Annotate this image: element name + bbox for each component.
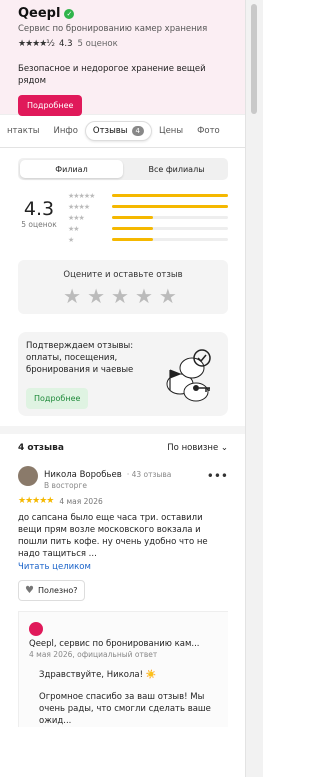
rating-distribution: ★★★★★ ★★★★ ★★★ ★★ ★ (68, 190, 228, 245)
heart-icon: ♥ (25, 585, 34, 596)
company-rating[interactable]: ★★★★½ 4.3 5 оценок (18, 39, 236, 49)
distribution-row-5[interactable]: ★★★★★ (68, 190, 228, 201)
author-name[interactable]: Никола Воробьев (44, 470, 122, 480)
company-category: Сервис по бронированию камер хранения (18, 24, 208, 34)
tab-prices[interactable]: Цены (152, 126, 190, 136)
distribution-stars: ★ (68, 235, 74, 244)
author-review-count: · 43 отзыва (126, 470, 172, 479)
distribution-stars: ★★ (68, 224, 80, 233)
useful-button[interactable]: ♥ Полезно? (18, 580, 85, 601)
distribution-row-3[interactable]: ★★★ (68, 212, 228, 223)
read-full-link[interactable]: Читать целиком (18, 562, 228, 572)
tab-photos[interactable]: Фото (190, 126, 227, 136)
verified-icon: ✓ (64, 8, 75, 19)
author-tag: В восторге (44, 481, 87, 490)
reply-meta: 4 мая 2026, официальный ответ (29, 650, 158, 659)
more-options-icon[interactable]: ••• (207, 469, 228, 483)
summary-rating: 4.3 (23, 198, 55, 220)
rating-summary: 4.3 5 оценок ★★★★★ ★★★★ ★★★ ★★ ★ (18, 190, 228, 245)
reply-greeting: Здравствуйте, Никола! ☀️ (39, 670, 157, 680)
rating-stars: ★★★★½ (18, 39, 55, 49)
reply-body: Огромное спасибо за ваш отзыв! Мы очень … (39, 692, 211, 726)
reviews-header: 4 отзыва По новизне ⌄ (0, 434, 246, 462)
distribution-stars: ★★★★ (68, 202, 90, 211)
more-button[interactable]: Подробнее (18, 95, 83, 116)
distribution-row-4[interactable]: ★★★★ (68, 201, 228, 212)
scrollbar[interactable] (245, 0, 263, 777)
review-text: до сапсана было еще часа три. оставили в… (18, 513, 208, 559)
section-divider (0, 426, 246, 434)
branch-toggle-all[interactable]: Все филиалы (125, 158, 228, 180)
summary-count: 5 оценок (21, 220, 57, 229)
tab-reviews-label: Отзывы (92, 126, 128, 136)
company-description: Безопасное и недорогое хранение вещей ря… (18, 64, 206, 86)
distribution-bar (112, 205, 228, 208)
sort-dropdown[interactable]: По новизне ⌄ (167, 443, 228, 453)
company-header: Qeepl ✓ Сервис по бронированию камер хра… (0, 0, 246, 116)
tab-bar: нтакты Инфо Отзывы 4 Цены Фото (0, 115, 246, 148)
scrollbar-thumb[interactable] (251, 4, 257, 114)
verified-illustration-icon (166, 349, 211, 402)
tab-contacts[interactable]: нтакты (0, 126, 47, 136)
review-stars: ★★★★★ (18, 496, 54, 506)
distribution-row-2[interactable]: ★★ (68, 223, 228, 234)
promo-more-button[interactable]: Подробнее (26, 388, 89, 409)
verified-reviews-promo: Подтверждаем отзывы: оплаты, посещения, … (18, 332, 228, 416)
distribution-bar (112, 238, 153, 241)
distribution-bar (112, 194, 228, 197)
distribution-row-1[interactable]: ★ (68, 234, 228, 245)
useful-label: Полезно? (37, 586, 78, 595)
review-author: Никола Воробьев · 43 отзыва В восторге •… (18, 462, 228, 490)
rate-and-review-box: Оцените и оставьте отзыв ★★★★★ (18, 260, 228, 314)
distribution-bar (112, 227, 153, 230)
review-date: 4 мая 2026 (59, 496, 103, 506)
branch-toggle: Филиал Все филиалы (18, 158, 228, 180)
rate-stars-input[interactable]: ★★★★★ (18, 284, 228, 308)
distribution-stars: ★★★ (68, 213, 85, 222)
official-reply: Qeepl, сервис по бронированию кам... 4 м… (18, 611, 228, 727)
review-card: Никола Воробьев · 43 отзыва В восторге •… (0, 462, 246, 727)
tab-info[interactable]: Инфо (47, 126, 85, 136)
company-logo-icon (29, 622, 43, 636)
reviews-count-title: 4 отзыва (18, 443, 64, 453)
rating-count: 5 оценок (77, 39, 118, 49)
distribution-stars: ★★★★★ (68, 191, 95, 200)
distribution-bar (112, 216, 153, 219)
tab-reviews[interactable]: Отзывы 4 (84, 121, 152, 141)
rating-value: 4.3 (59, 39, 73, 49)
rate-label: Оцените и оставьте отзыв (63, 270, 183, 280)
avatar[interactable] (18, 466, 38, 486)
company-panel: Qeepl ✓ Сервис по бронированию камер хра… (0, 0, 246, 777)
promo-text: Подтверждаем отзывы: оплаты, посещения, … (26, 341, 134, 375)
tab-reviews-badge: 4 (131, 126, 144, 136)
reply-company-name[interactable]: Qeepl, сервис по бронированию кам... (29, 639, 228, 649)
branch-toggle-this[interactable]: Филиал (20, 160, 123, 178)
company-name[interactable]: Qeepl (18, 6, 60, 21)
